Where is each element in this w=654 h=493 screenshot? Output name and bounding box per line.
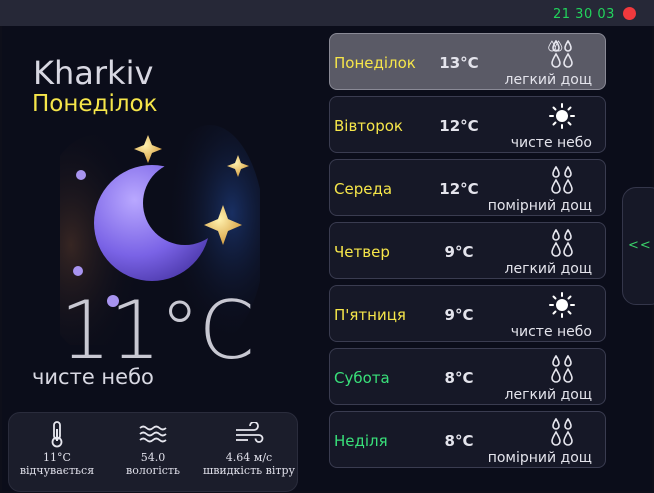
sun-icon [542,103,582,131]
current-condition: чисте небо [32,365,154,389]
feels-like-value: 11°C [43,451,71,464]
thermometer-icon [51,421,63,448]
sun-icon [542,292,582,320]
forecast-desc: помірний дощ [487,450,592,466]
forecast-card-sunday[interactable]: Неділя 8°C помірний дощ [329,411,606,468]
forecast-day: П'ятниця [334,306,406,324]
forecast-day: Неділя [334,432,388,450]
rain-drops-icon [542,40,582,68]
clock: 21 30 03 [553,7,615,22]
forecast-day: Середа [334,180,393,198]
forecast-desc: легкий дощ [504,261,592,277]
forecast-card-friday[interactable]: П'ятниця 9°C чисте небо [329,285,606,342]
forecast-temp: 12°C [439,180,479,198]
forecast-day: Четвер [334,243,390,261]
current-day: Понеділок [32,91,158,117]
forecast-card-tuesday[interactable]: Вівторок 12°C чисте небо [329,96,606,153]
forecast-temp: 9°C [444,243,474,261]
forecast-day: Вівторок [334,117,403,135]
forecast-temp: 8°C [444,369,474,387]
forecast-temp: 8°C [444,432,474,450]
title-bar: 21 30 03 [0,0,654,26]
waves-icon [139,425,167,443]
close-button[interactable] [623,7,636,20]
forecast-card-saturday[interactable]: Субота 8°C легкий дощ [329,348,606,405]
rain-drops-icon [542,418,582,446]
rain-drops-icon [542,166,582,194]
city-name: Kharkiv [33,54,154,92]
collapse-panel-button[interactable]: << [622,187,654,305]
wind-speed-stat: 4.64 м/с швидкість вітру [201,419,297,477]
rain-drops-icon [542,355,582,383]
humidity-label: вологість [126,464,180,477]
wind-icon [236,422,264,443]
stats-panel: 11°C відчувається 54.0 вологість 4.64 м/… [8,412,298,492]
feels-like-stat: 11°C відчувається [9,419,105,477]
forecast-day: Субота [334,369,390,387]
current-temperature: 11°C [60,284,255,377]
wind-speed-label: швидкість вітру [203,464,295,477]
forecast-desc: легкий дощ [504,72,592,88]
forecast-temp: 9°C [444,306,474,324]
rain-drops-icon [542,229,582,257]
forecast-card-thursday[interactable]: Четвер 9°C легкий дощ [329,222,606,279]
collapse-label: << [628,238,652,253]
humidity-value: 54.0 [140,451,166,464]
forecast-desc: чисте небо [510,324,592,340]
forecast-card-monday[interactable]: Понеділок 13°C легкий дощ [329,33,606,90]
forecast-desc: легкий дощ [504,387,592,403]
wind-speed-value: 4.64 м/с [225,451,273,464]
forecast-temp: 12°C [439,117,479,135]
forecast-desc: помірний дощ [487,198,592,214]
forecast-card-wednesday[interactable]: Середа 12°C помірний дощ [329,159,606,216]
humidity-stat: 54.0 вологість [105,419,201,477]
feels-like-label: відчувається [19,464,95,477]
forecast-desc: чисте небо [510,135,592,151]
forecast-temp: 13°C [439,54,479,72]
forecast-day: Понеділок [334,54,416,72]
